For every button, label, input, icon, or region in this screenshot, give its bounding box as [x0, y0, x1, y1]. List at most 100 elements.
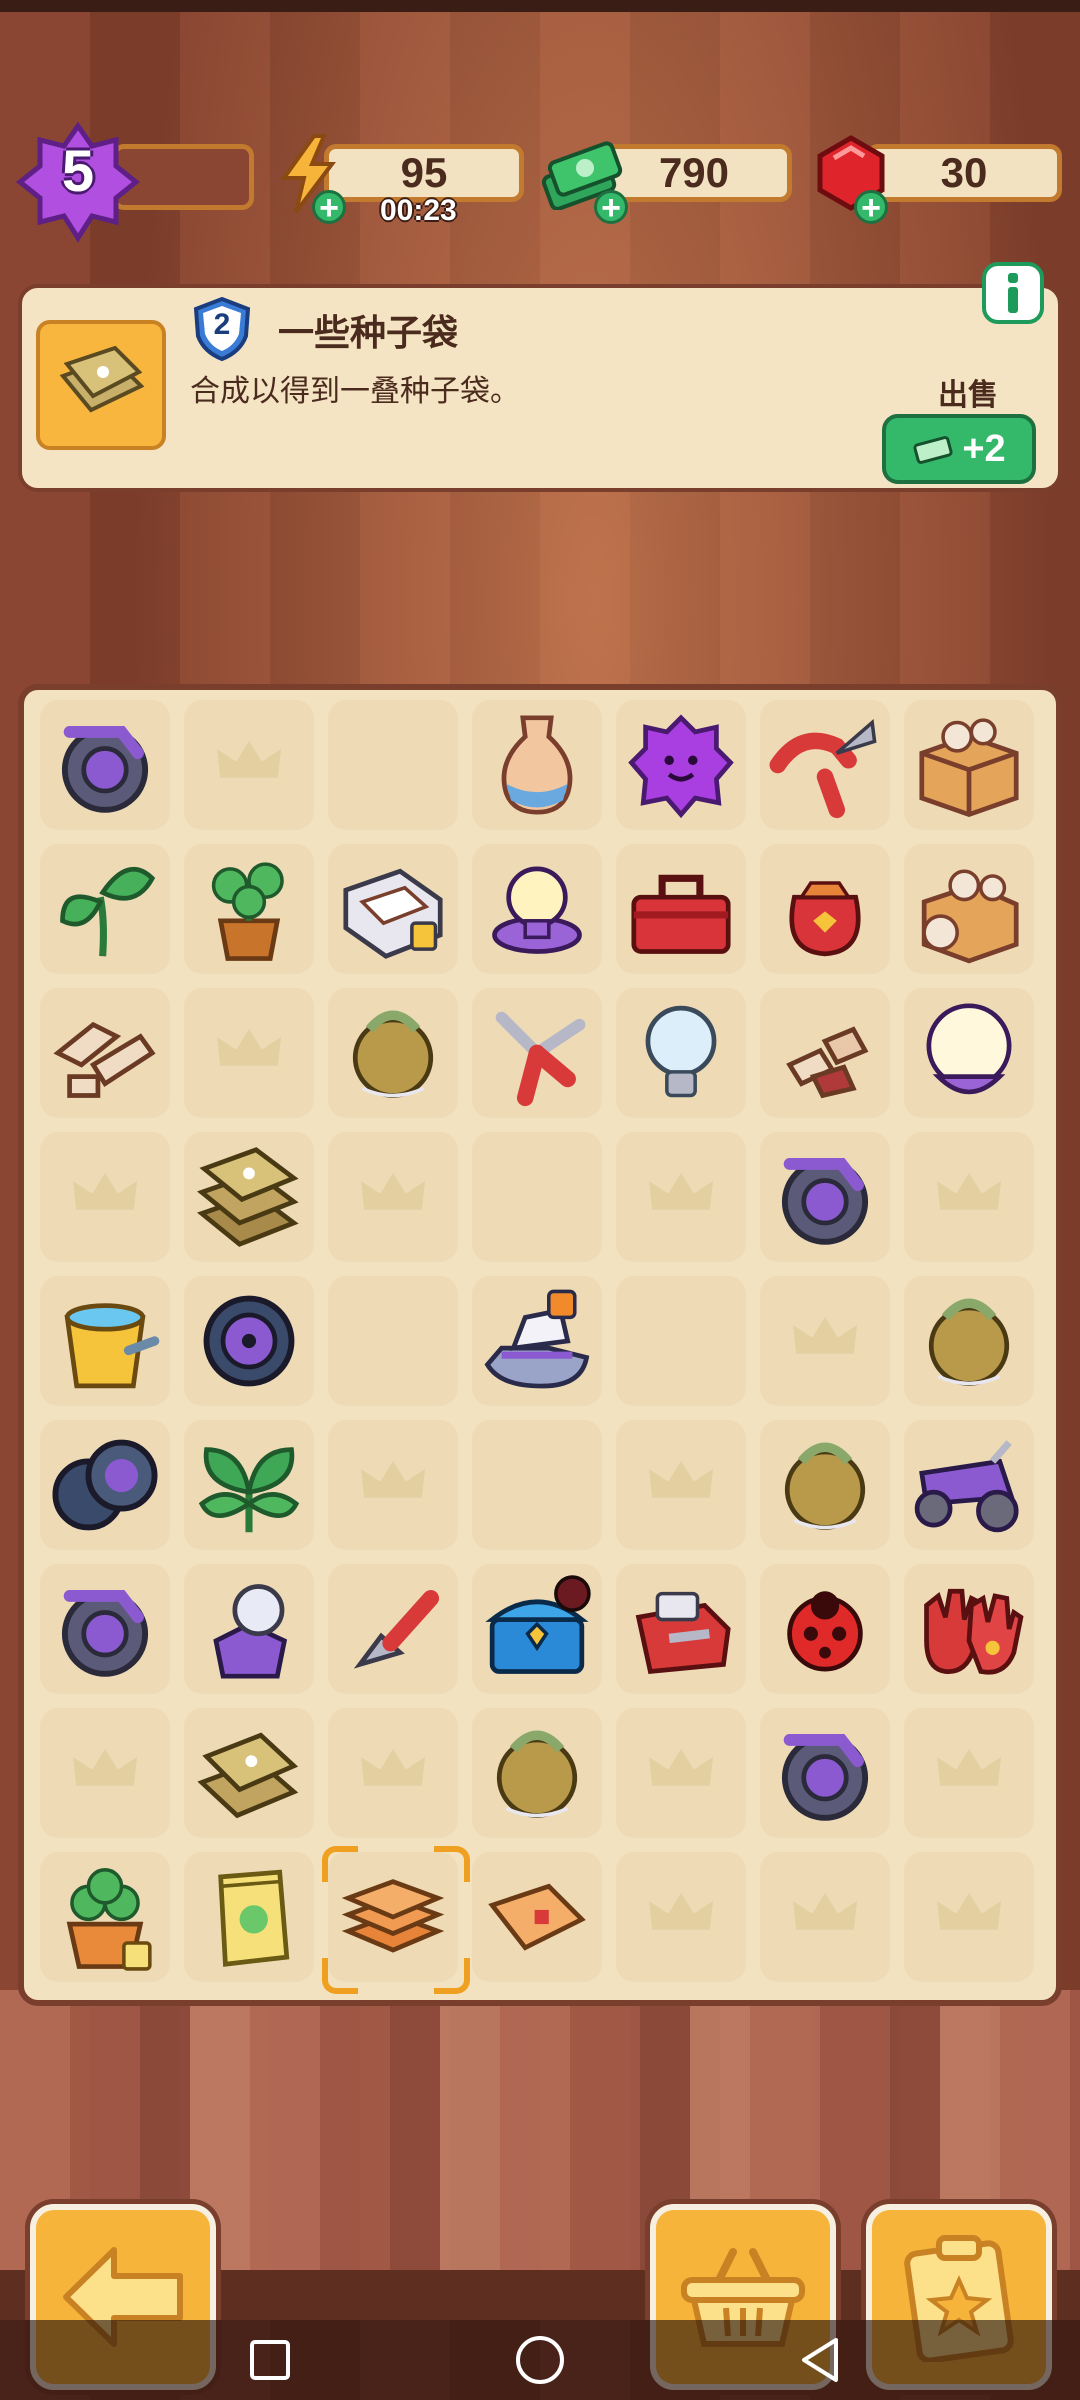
board-cell[interactable] [40, 1276, 170, 1406]
info-button[interactable] [982, 262, 1044, 324]
board-cell[interactable] [760, 1564, 890, 1694]
board-cell-empty[interactable] [616, 1852, 746, 1982]
globe-lamp-icon [926, 1003, 1012, 1095]
crown-icon [361, 1749, 425, 1786]
bicycle-frame-icon [61, 1590, 149, 1677]
recent-apps-button[interactable] [240, 2330, 300, 2390]
board-cell-empty[interactable] [904, 1708, 1034, 1838]
seed-packet-box-icon [343, 868, 443, 959]
board-cell-empty[interactable] [616, 1708, 746, 1838]
board-cell[interactable] [40, 844, 170, 974]
board-cell-empty[interactable] [40, 1708, 170, 1838]
vine-basket-icon [928, 1298, 1010, 1386]
board-cell-empty[interactable] [328, 700, 458, 830]
leafy-greens-icon [198, 1447, 300, 1533]
cash-counter[interactable]: 790 [596, 144, 792, 202]
board-cell[interactable] [472, 1708, 602, 1838]
selected-item-thumbnail [36, 320, 166, 450]
board-cell-empty[interactable] [904, 1132, 1034, 1262]
item-title: 一些种子袋 [278, 313, 459, 354]
gem-counter[interactable]: 30 [866, 144, 1062, 202]
board-cell[interactable] [40, 1420, 170, 1550]
vine-basket-icon [784, 1442, 866, 1530]
board-cell-empty[interactable] [904, 1852, 1034, 1982]
board-cell[interactable] [616, 1564, 746, 1694]
board-cell[interactable] [904, 1276, 1034, 1406]
board-cell[interactable] [760, 1708, 890, 1838]
cash-icon [913, 436, 953, 464]
purple-slime-icon [628, 714, 734, 819]
board-cell[interactable] [616, 844, 746, 974]
crown-icon [793, 1893, 857, 1930]
board-cell[interactable] [760, 1132, 890, 1262]
board-cell[interactable] [472, 844, 602, 974]
board-cell[interactable] [184, 1852, 314, 1982]
board-cell[interactable] [472, 700, 602, 830]
board-cell[interactable] [184, 1708, 314, 1838]
board-cell-empty[interactable] [760, 1276, 890, 1406]
board-cell[interactable] [184, 1132, 314, 1262]
board-cell[interactable] [184, 1276, 314, 1406]
board-cell-empty[interactable] [328, 1420, 458, 1550]
board-cell[interactable] [184, 844, 314, 974]
board-cell[interactable] [616, 700, 746, 830]
sell-label: 出售 [938, 378, 998, 413]
sprout-plant-icon [60, 867, 156, 957]
sell-button[interactable]: +2 [882, 414, 1036, 484]
board-cell[interactable] [184, 1420, 314, 1550]
board-cell[interactable] [760, 1420, 890, 1550]
board-cell[interactable] [760, 988, 890, 1118]
item-description: 合成以得到一叠种子袋。 [190, 374, 520, 409]
board-cell[interactable] [40, 988, 170, 1118]
vase-icon [501, 715, 573, 815]
board-cell-empty[interactable] [328, 1132, 458, 1262]
crown-icon [217, 1029, 281, 1066]
board-cell[interactable] [472, 1276, 602, 1406]
board-cell[interactable] [184, 1564, 314, 1694]
selection-corner [434, 1846, 470, 1882]
board-cell[interactable] [40, 700, 170, 830]
board-cell[interactable] [472, 1564, 602, 1694]
board-cell-empty[interactable] [184, 700, 314, 830]
board-cell[interactable] [904, 844, 1034, 974]
board-cell[interactable] [472, 988, 602, 1118]
board-cell-empty[interactable] [472, 1132, 602, 1262]
board-cell-empty[interactable] [184, 988, 314, 1118]
board-cell-empty[interactable] [616, 1132, 746, 1262]
board-cell[interactable] [328, 844, 458, 974]
back-nav-button[interactable] [790, 2330, 850, 2390]
board-cell[interactable] [40, 1564, 170, 1694]
board-cell-empty[interactable] [472, 1420, 602, 1550]
board-cell[interactable] [760, 844, 890, 974]
board-cell[interactable] [904, 988, 1034, 1118]
info-icon [1008, 273, 1018, 313]
board-cell-empty[interactable] [40, 1132, 170, 1262]
gem-add-button[interactable]: + [854, 190, 888, 225]
board-cell-empty[interactable] [328, 1708, 458, 1838]
board-cell[interactable] [40, 1852, 170, 1982]
circle-icon [516, 2336, 564, 2384]
wood-pieces-icon [53, 1021, 156, 1098]
board-cell-empty[interactable] [616, 1276, 746, 1406]
ladybug-icon [787, 1591, 863, 1672]
board-cell-empty[interactable] [328, 1276, 458, 1406]
board-cell[interactable] [904, 1564, 1034, 1694]
home-button[interactable] [510, 2330, 570, 2390]
board-cell[interactable] [904, 1420, 1034, 1550]
board-cell-empty[interactable] [616, 1420, 746, 1550]
vine-basket-icon [352, 1010, 434, 1098]
energy-add-button[interactable]: + [312, 190, 346, 225]
board-cell[interactable] [328, 1564, 458, 1694]
bike-wheel-icon [203, 1295, 295, 1387]
cash-add-button[interactable]: + [594, 190, 628, 225]
board-cell[interactable] [904, 700, 1034, 830]
board-cell[interactable] [328, 988, 458, 1118]
selection-corner [322, 1846, 358, 1882]
board-cell-empty[interactable] [760, 1852, 890, 1982]
crown-icon [937, 1893, 1001, 1930]
board-cell[interactable] [616, 988, 746, 1118]
board-cell[interactable] [472, 1852, 602, 1982]
seed-bags-icon [197, 1732, 299, 1819]
level-badge[interactable]: 5 [15, 120, 141, 244]
board-cell[interactable] [760, 700, 890, 830]
